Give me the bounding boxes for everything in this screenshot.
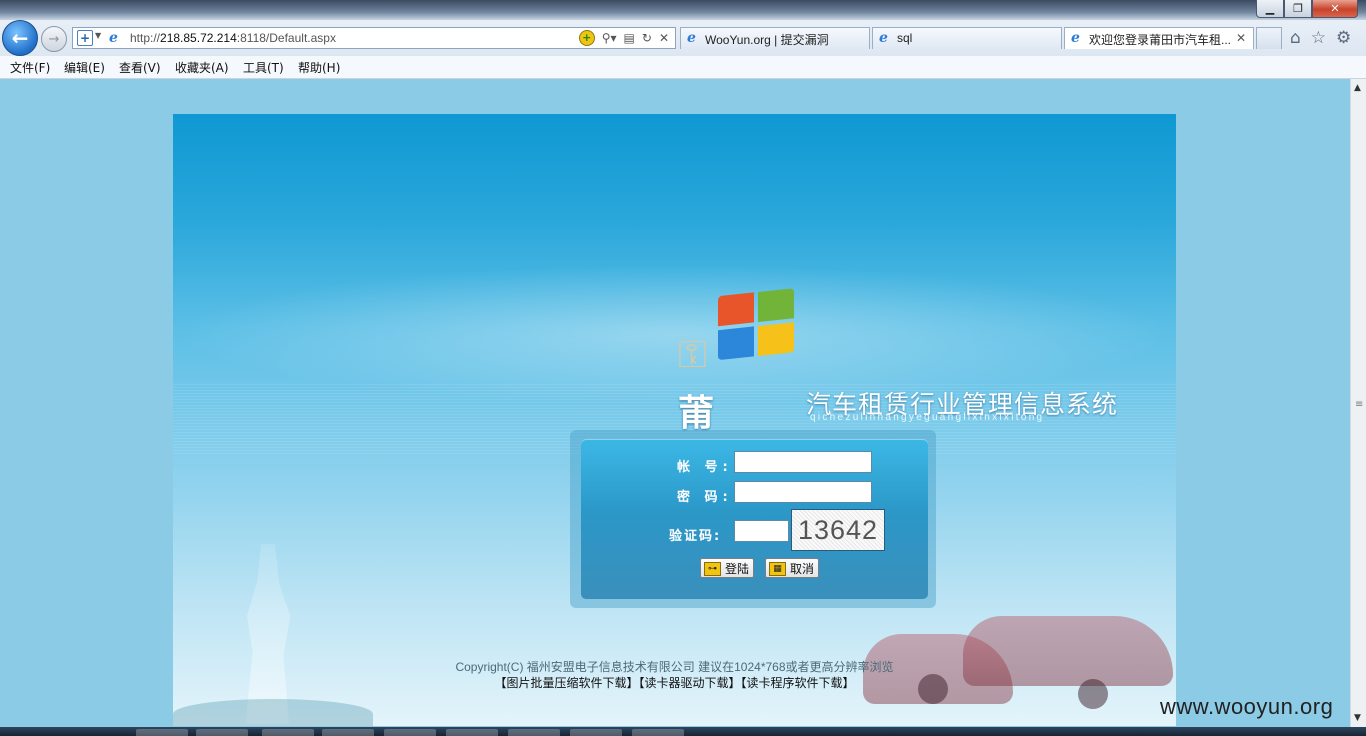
menu-tools[interactable]: 工具(T) <box>243 59 284 76</box>
menu-file[interactable]: 文件(F) <box>10 59 50 76</box>
title-bar: ▁ ❐ ✕ <box>0 0 1366 20</box>
chevron-down-icon[interactable]: ▼ <box>95 31 101 40</box>
taskbar-item[interactable] <box>384 729 436 736</box>
refresh-icon[interactable]: ↻ <box>642 31 652 45</box>
link-image-compress-download[interactable]: 【图片批量压缩软件下载】 <box>494 676 638 690</box>
background-glow <box>173 264 1176 404</box>
taskbar-item[interactable] <box>196 729 248 736</box>
password-label: 密 码: <box>677 490 733 505</box>
menu-edit[interactable]: 编辑(E) <box>64 59 105 76</box>
scroll-grip-icon[interactable]: ≡ <box>1355 399 1363 410</box>
ie-page-icon: e <box>109 30 118 46</box>
window-controls: ▁ ❐ ✕ <box>1256 0 1358 18</box>
copyright-text: Copyright(C) 福州安盟电子信息技术有限公司 建议在1024*768或… <box>455 660 894 674</box>
page-viewport: ⚿ 莆田市 汽车租赁行业管理信息系统 qichezulinhangyeguang… <box>0 79 1350 727</box>
tab-login-active[interactable]: e 欢迎您登录莆田市汽车租... ✕ <box>1064 27 1254 49</box>
browser-chrome: ▁ ❐ ✕ ← → + ▼ e http://218.85.72.214:811… <box>0 0 1366 56</box>
close-button[interactable]: ✕ <box>1312 0 1358 18</box>
forward-button[interactable]: → <box>41 26 67 52</box>
taskbar-item[interactable] <box>508 729 560 736</box>
scroll-up-icon[interactable]: ▲ <box>1354 83 1361 93</box>
new-tab-button[interactable] <box>1256 27 1282 49</box>
vertical-scrollbar[interactable]: ▲ ≡ ▼ <box>1350 79 1366 727</box>
tab-wooyun[interactable]: e WooYun.org | 提交漏洞 <box>680 27 870 49</box>
gear-icon[interactable]: ⚙ <box>1336 28 1351 48</box>
tab-title: sql <box>897 31 913 45</box>
taskbar-item[interactable] <box>262 729 314 736</box>
account-input[interactable] <box>734 451 872 473</box>
taskbar-item[interactable] <box>446 729 498 736</box>
download-links: 【图片批量压缩软件下载】【读卡器驱动下载】【读卡程序软件下载】 <box>173 674 1176 691</box>
link-card-reader-driver-download[interactable]: 【读卡器驱动下载】 <box>638 676 740 690</box>
address-bar[interactable]: + ▼ e http://218.85.72.214:8118/Default.… <box>72 27 676 49</box>
search-icon[interactable]: ⚲▾ <box>602 31 617 45</box>
menu-favorites[interactable]: 收藏夹(A) <box>175 59 229 76</box>
taskbar-item[interactable] <box>322 729 374 736</box>
security-icon[interactable]: + <box>77 30 93 46</box>
login-form: 帐 号: 密 码: 验证码: 13642 ⊶ 登陆 ▦ 取消 <box>581 439 928 599</box>
scroll-down-icon[interactable]: ▼ <box>1354 713 1361 723</box>
menu-help[interactable]: 帮助(H) <box>298 59 340 76</box>
watermark: www.wooyun.org <box>1160 694 1334 719</box>
maximize-button[interactable]: ❐ <box>1284 0 1312 18</box>
cancel-button-label: 取消 <box>790 562 815 576</box>
login-form-frame: 帐 号: 密 码: 验证码: 13642 ⊶ 登陆 ▦ 取消 <box>570 430 936 608</box>
ie-tab-icon: e <box>687 30 696 46</box>
link-card-reader-software-download[interactable]: 【读卡程序软件下载】 <box>741 676 855 690</box>
taskbar-item[interactable] <box>632 729 684 736</box>
stop-icon[interactable]: ✕ <box>659 31 669 45</box>
taskbar-item[interactable] <box>570 729 622 736</box>
tab-title: 欢迎您登录莆田市汽车租... <box>1089 33 1232 47</box>
url-text[interactable]: http://218.85.72.214:8118/Default.aspx <box>130 31 336 45</box>
statue-background-image <box>245 544 291 724</box>
tab-title: WooYun.org | 提交漏洞 <box>705 33 829 47</box>
keys-icon: ⚿ <box>678 332 707 376</box>
windows-flag-icon <box>718 288 798 362</box>
ie-tab-icon: e <box>879 30 888 46</box>
captcha-label: 验证码: <box>669 529 722 544</box>
password-input[interactable] <box>734 481 872 503</box>
compatibility-icon[interactable]: + <box>578 30 595 46</box>
toolbar-icons: ⌂ ☆ ⚙ <box>1290 28 1351 48</box>
compat-view-icon[interactable]: ▤ <box>624 31 635 45</box>
windows-taskbar <box>0 727 1366 736</box>
menu-view[interactable]: 查看(V) <box>119 59 161 76</box>
back-button[interactable]: ← <box>2 20 38 56</box>
close-tab-icon[interactable]: ✕ <box>1236 31 1246 45</box>
home-icon[interactable]: ⌂ <box>1290 28 1301 48</box>
captcha-input[interactable] <box>734 520 789 542</box>
login-button[interactable]: ⊶ 登陆 <box>700 558 755 578</box>
minimize-button[interactable]: ▁ <box>1256 0 1284 18</box>
key-icon: ⊶ <box>704 562 721 576</box>
brand-pinyin: qichezulinhangyeguanglixinxixitong <box>810 412 1045 423</box>
cancel-icon: ▦ <box>769 562 786 576</box>
taskbar-item[interactable] <box>136 729 188 736</box>
tab-sql[interactable]: e sql <box>872 27 1062 49</box>
island-background-image <box>173 699 373 726</box>
cancel-button[interactable]: ▦ 取消 <box>765 558 820 578</box>
account-label: 帐 号: <box>677 460 733 475</box>
login-button-label: 登陆 <box>725 562 750 576</box>
favorites-star-icon[interactable]: ☆ <box>1311 28 1326 48</box>
ie-tab-icon: e <box>1071 30 1080 46</box>
captcha-image[interactable]: 13642 <box>791 509 885 551</box>
login-panel: ⚿ 莆田市 汽车租赁行业管理信息系统 qichezulinhangyeguang… <box>173 114 1176 726</box>
menu-bar: 文件(F) 编辑(E) 查看(V) 收藏夹(A) 工具(T) 帮助(H) <box>0 56 1366 79</box>
address-tools: + ⚲▾ ▤ ↻ ✕ <box>578 30 669 46</box>
